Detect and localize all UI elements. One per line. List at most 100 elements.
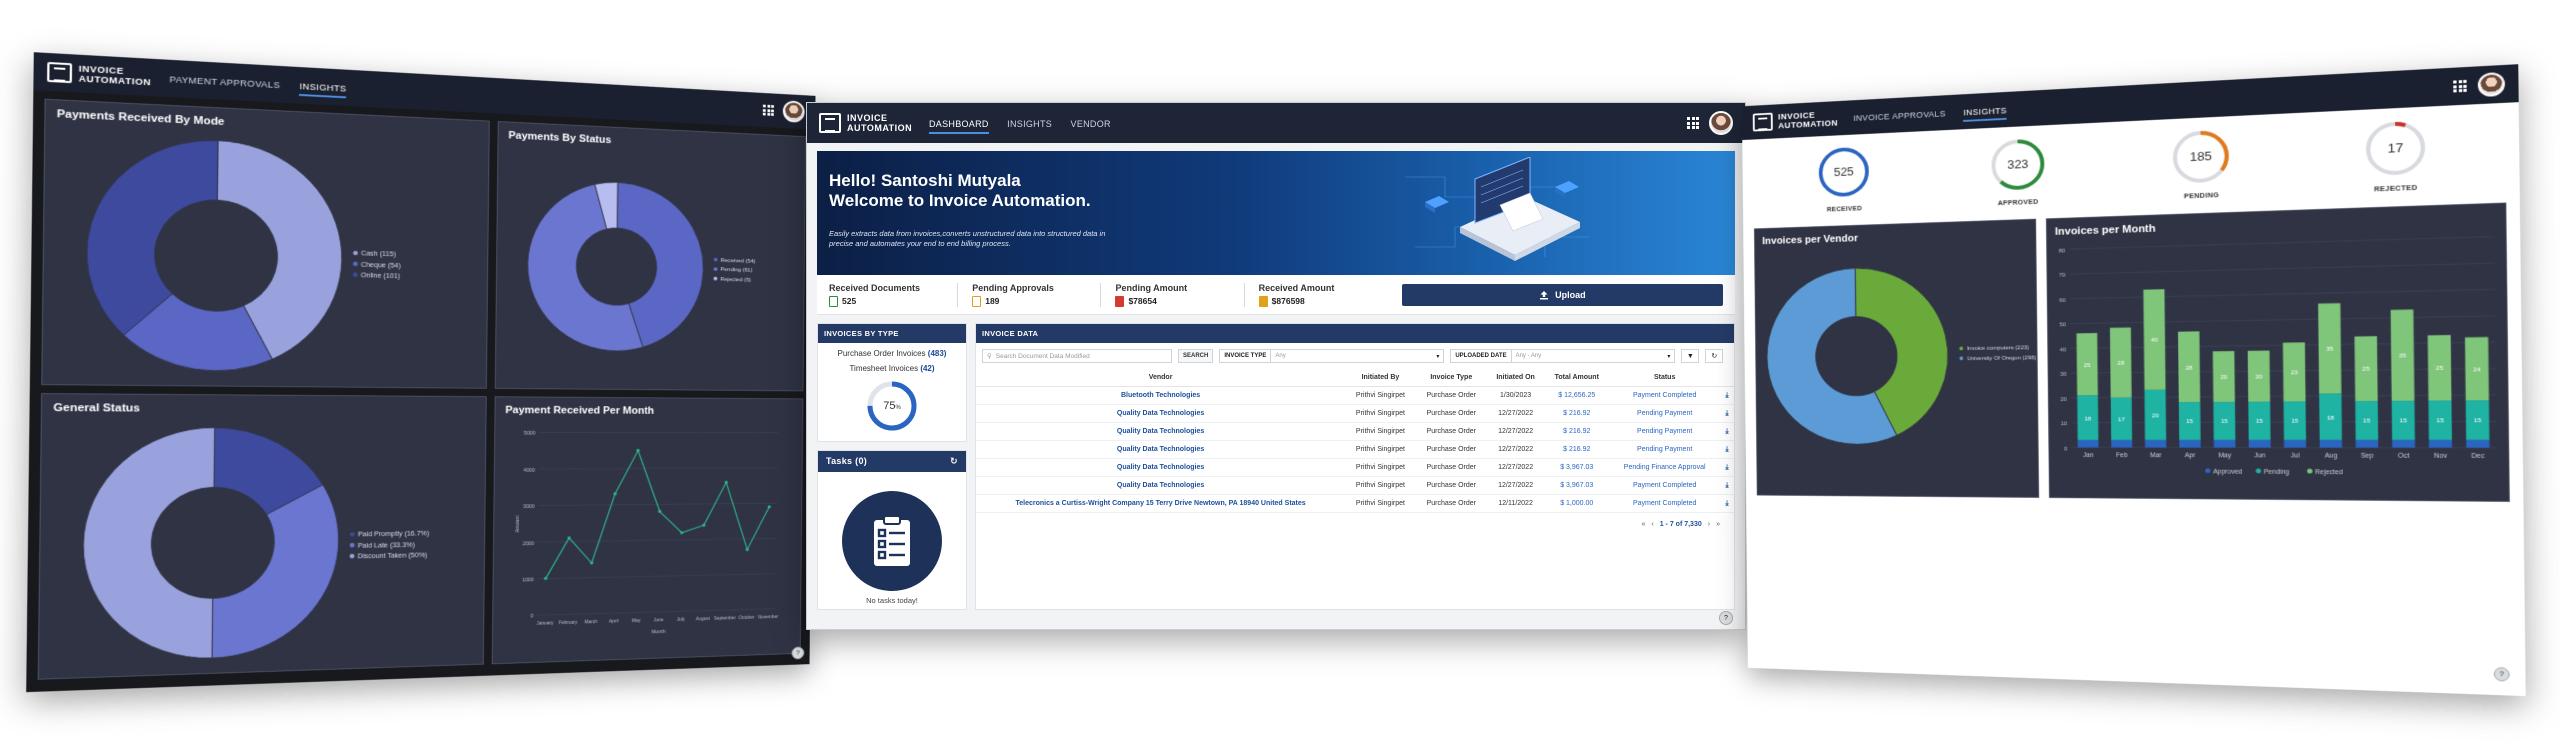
line-point[interactable] — [724, 480, 728, 484]
user-avatar[interactable] — [1709, 111, 1733, 135]
vendor-cell[interactable]: Quality Data Technologies — [976, 404, 1346, 423]
first-page-icon[interactable]: « — [1641, 521, 1645, 528]
user-avatar[interactable] — [2477, 71, 2506, 98]
uploaded-date-filter[interactable]: UPLOADED DATE Any - Any ▾ — [1450, 349, 1676, 363]
grid-line — [538, 538, 777, 542]
last-page-icon[interactable]: » — [1716, 521, 1720, 528]
column-header[interactable]: Total Amount — [1544, 369, 1610, 387]
line-point[interactable] — [702, 523, 706, 527]
bar-segment-approved[interactable] — [2077, 439, 2099, 448]
bar-segment-approved[interactable] — [2145, 439, 2167, 448]
x-tick-label: Jun — [2254, 452, 2266, 459]
table-row[interactable]: Quality Data Technologies Prithvi Singirp… — [976, 458, 1734, 477]
table-row[interactable]: Quality Data Technologies Prithvi Singirp… — [976, 440, 1734, 459]
bar-segment-approved[interactable] — [2111, 439, 2133, 448]
table-row[interactable]: Quality Data Technologies Prithvi Singirp… — [976, 422, 1734, 441]
column-header[interactable]: Vendor — [976, 369, 1346, 387]
help-icon[interactable]: ? — [2493, 667, 2510, 682]
prev-page-icon[interactable]: ‹ — [1651, 521, 1653, 528]
counter-value: 525 — [1834, 165, 1854, 179]
vendor-cell[interactable]: Telecronics a Curtiss-Wright Company 15 … — [976, 494, 1346, 513]
counter-ring: 323 — [1987, 134, 2048, 194]
bar-value-label: 15 — [2436, 419, 2444, 425]
x-tick-label: June — [654, 618, 664, 623]
y-axis-label: Amount — [515, 515, 521, 532]
bar-segment-approved[interactable] — [2248, 439, 2271, 448]
download-icon[interactable]: ⤓ — [1720, 458, 1734, 477]
download-icon[interactable]: ⤓ — [1720, 494, 1734, 513]
pie-slice[interactable] — [86, 135, 218, 337]
nav-invoice-approvals[interactable]: INVOICE APPROVALS — [1853, 109, 1945, 123]
column-header[interactable]: Status — [1609, 369, 1721, 387]
table-row[interactable]: Quality Data Technologies Prithvi Singirp… — [976, 404, 1734, 423]
search-button[interactable]: SEARCH — [1178, 349, 1214, 363]
column-header[interactable]: Initiated By — [1345, 369, 1416, 387]
pie-slice[interactable] — [82, 427, 215, 662]
column-header[interactable]: Initiated On — [1486, 369, 1545, 387]
x-tick-label: Sep — [2361, 452, 2374, 459]
bar-segment-approved[interactable] — [2179, 439, 2201, 448]
bar-segment-approved[interactable] — [2392, 439, 2415, 448]
nav-insights[interactable]: INSIGHTS — [1007, 119, 1052, 129]
vendor-cell[interactable]: Quality Data Technologies — [976, 458, 1346, 477]
nav-vendor[interactable]: VENDOR — [1071, 119, 1111, 129]
pie-slice[interactable] — [212, 485, 339, 659]
welcome-heading: Hello! Santoshi Mutyala Welcome to Invoi… — [829, 171, 1091, 211]
counter-received: 525 RECEIVED — [1815, 143, 1873, 223]
app-logo[interactable]: INVOICE AUTOMATION — [47, 61, 151, 87]
nav-insights[interactable]: INSIGHTS — [1963, 105, 2007, 122]
bar-segment-approved[interactable] — [2283, 439, 2307, 448]
legend-swatch — [349, 542, 355, 548]
bar-segment-approved[interactable] — [2466, 439, 2490, 448]
column-header[interactable]: Invoice Type — [1415, 369, 1487, 387]
download-icon[interactable]: ⤓ — [1720, 476, 1734, 495]
app-logo[interactable]: INVOICE AUTOMATION — [819, 113, 912, 133]
app-grid-icon[interactable] — [762, 104, 774, 116]
vendor-cell[interactable]: Quality Data Technologies — [976, 440, 1346, 459]
table-row[interactable]: Telecronics a Curtiss-Wright Company 15 … — [976, 494, 1734, 513]
bar-segment-approved[interactable] — [2213, 439, 2236, 448]
nav-dashboard[interactable]: DASHBOARD — [929, 119, 989, 134]
filter-icon[interactable]: ▼ — [1681, 349, 1700, 363]
x-tick-label: Apr — [2185, 452, 2196, 459]
vendor-cell[interactable]: Bluetooth Technologies — [976, 386, 1346, 405]
y-tick-label: 50 — [2059, 323, 2066, 329]
line-point[interactable] — [636, 448, 640, 453]
nav-insights[interactable]: INSIGHTS — [299, 81, 347, 99]
download-icon[interactable]: ⤓ — [1720, 422, 1734, 441]
line-point[interactable] — [613, 492, 617, 496]
refresh-icon[interactable]: ↻ — [950, 456, 958, 467]
search-input[interactable]: Search Document Data Modified — [996, 353, 1090, 360]
line-point[interactable] — [767, 505, 771, 509]
bar-segment-approved[interactable] — [2355, 439, 2379, 448]
download-icon[interactable]: ⤓ — [1720, 440, 1734, 459]
vendor-cell[interactable]: Quality Data Technologies — [976, 422, 1346, 441]
download-icon[interactable]: ⤓ — [1720, 404, 1734, 423]
app-grid-icon[interactable] — [1687, 117, 1699, 129]
line-point[interactable] — [543, 576, 548, 581]
x-tick-label: Nov — [2434, 453, 2448, 460]
nav-payment-approvals[interactable]: PAYMENT APPROVALS — [169, 74, 280, 90]
next-page-icon[interactable]: › — [1708, 521, 1710, 528]
upload-button[interactable]: Upload — [1401, 283, 1723, 306]
line-point[interactable] — [745, 547, 749, 552]
x-tick-label: May — [632, 618, 641, 623]
table-row[interactable]: Bluetooth Technologies Prithvi Singirpet P… — [976, 386, 1734, 405]
initiated-on-cell: 12/27/2022 — [1486, 476, 1545, 495]
download-icon[interactable]: ⤓ — [1720, 386, 1734, 405]
bar-segment-approved[interactable] — [2319, 439, 2343, 448]
search-box[interactable]: ⚲ Search Document Data Modified — [982, 349, 1172, 363]
app-logo[interactable]: INVOICE AUTOMATION — [1752, 109, 1838, 132]
legend-label: Invoice computers (223) — [1967, 345, 2029, 352]
app-grid-icon[interactable] — [2453, 79, 2467, 93]
help-icon[interactable]: ? — [1719, 611, 1733, 625]
refresh-icon[interactable]: ↻ — [1705, 349, 1724, 363]
total-amount-cell: $ 216.92 — [1544, 404, 1610, 423]
invoice-type-filter[interactable]: INVOICE TYPE Any ▾ — [1219, 349, 1445, 363]
user-avatar[interactable] — [782, 100, 805, 123]
table-row[interactable]: Quality Data Technologies Prithvi Singirp… — [976, 476, 1734, 495]
vendor-cell[interactable]: Quality Data Technologies — [976, 476, 1346, 495]
bar-segment-approved[interactable] — [2428, 439, 2453, 448]
legend-swatch — [713, 276, 718, 281]
bar-value-label: 15 — [2400, 419, 2407, 425]
